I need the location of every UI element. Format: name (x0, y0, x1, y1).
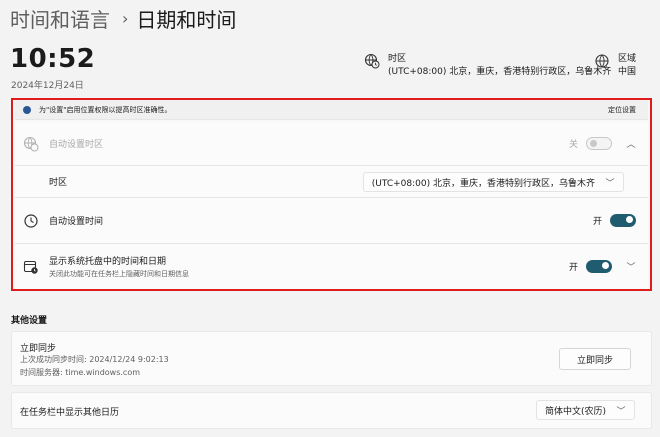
globe-clock-icon (23, 136, 39, 151)
region-summary-value: 中国 (618, 67, 637, 77)
auto-timezone-toggle[interactable] (586, 137, 612, 150)
calendar-label: 在任务栏中显示其他日历 (20, 408, 120, 418)
auto-timezone-state: 关 (568, 140, 578, 150)
globe-icon (595, 54, 609, 68)
tray-time-state: 开 (568, 263, 578, 273)
auto-time-row: 自动设置时间 开 (15, 198, 648, 244)
timezone-row: 时区 (UTC+08:00) 北京，重庆，香港特别行政区，乌鲁木齐 ﹀ (15, 166, 648, 198)
tray-time-label: 显示系统托盘中的时间和日期 (49, 257, 167, 267)
chevron-down-icon: ﹀ (616, 406, 626, 417)
chevron-up-icon[interactable]: ︿ (626, 137, 636, 150)
calendar-card: 在任务栏中显示其他日历 简体中文(农历) ﹀ (11, 392, 652, 429)
auto-timezone-label: 自动设置时区 (49, 140, 104, 150)
tray-time-control: 开 ﹀ (569, 260, 636, 273)
timezone-dropdown-value: (UTC+08:00) 北京，重庆，香港特别行政区，乌鲁木齐 (371, 178, 595, 189)
sync-server: 时间服务器: time.windows.com (20, 368, 141, 377)
auto-timezone-control: 关 ︿ (569, 137, 636, 150)
calendar-clock-icon (23, 260, 38, 274)
current-time: 10:52 (10, 44, 96, 74)
timezone-settings-group: 为"设置"启用位置权限以提高时区准确性。 定位设置 自动设置时区 关 ︿ 时区 … (11, 98, 652, 291)
globe-clock-icon (364, 53, 380, 69)
auto-time-state: 开 (592, 217, 602, 227)
chevron-down-icon[interactable]: ﹀ (626, 260, 636, 273)
clock-icon (24, 213, 38, 228)
calendar-dropdown-value: 简体中文(农历) (544, 406, 606, 417)
breadcrumb-separator-icon: › (122, 8, 129, 28)
location-notice-text: 为"设置"启用位置权限以提高时区准确性。 (39, 105, 172, 114)
auto-timezone-row: 自动设置时区 关 ︿ (15, 122, 648, 166)
current-date: 2024年12月24日 (11, 81, 84, 91)
tray-time-toggle[interactable] (586, 260, 612, 273)
region-summary-label: 区域 (618, 54, 637, 64)
auto-time-control: 开 (593, 214, 636, 227)
timezone-label: 时区 (49, 178, 68, 188)
tray-time-row: 显示系统托盘中的时间和日期 关闭此功能可在任务栏上隐藏时间和日期信息 开 ﹀ (15, 244, 648, 289)
sync-last-time: 上次成功同步时间: 2024/12/24 9:02:13 (20, 355, 169, 364)
other-settings-title: 其他设置 (11, 316, 48, 326)
auto-time-label: 自动设置时间 (49, 217, 104, 227)
region-summary: 区域 中国 (594, 53, 636, 79)
chevron-down-icon: ﹀ (605, 178, 615, 189)
location-settings-link[interactable]: 定位设置 (608, 105, 636, 115)
auto-time-toggle[interactable] (610, 214, 636, 227)
sync-title: 立即同步 (20, 344, 57, 354)
page-title: 日期和时间 (136, 7, 237, 32)
breadcrumb: 时间和语言 › 日期和时间 (10, 4, 236, 32)
sync-card: 立即同步 上次成功同步时间: 2024/12/24 9:02:13 时间服务器:… (11, 331, 652, 386)
timezone-summary-label: 时区 (388, 54, 407, 64)
timezone-dropdown[interactable]: (UTC+08:00) 北京，重庆，香港特别行政区，乌鲁木齐 ﹀ (362, 172, 624, 192)
sync-now-button[interactable]: 立即同步 (559, 348, 631, 370)
info-icon (23, 105, 31, 114)
location-notice: 为"设置"启用位置权限以提高时区准确性。 定位设置 (15, 100, 648, 120)
tray-time-desc: 关闭此功能可在任务栏上隐藏时间和日期信息 (49, 270, 189, 278)
timezone-summary: 时区 (UTC+08:00) 北京，重庆，香港特别行政区，乌鲁木齐 (364, 53, 611, 79)
timezone-summary-value: (UTC+08:00) 北京，重庆，香港特别行政区，乌鲁木齐 (388, 67, 612, 77)
breadcrumb-parent[interactable]: 时间和语言 (10, 4, 110, 33)
calendar-dropdown[interactable]: 简体中文(农历) ﹀ (535, 400, 635, 420)
